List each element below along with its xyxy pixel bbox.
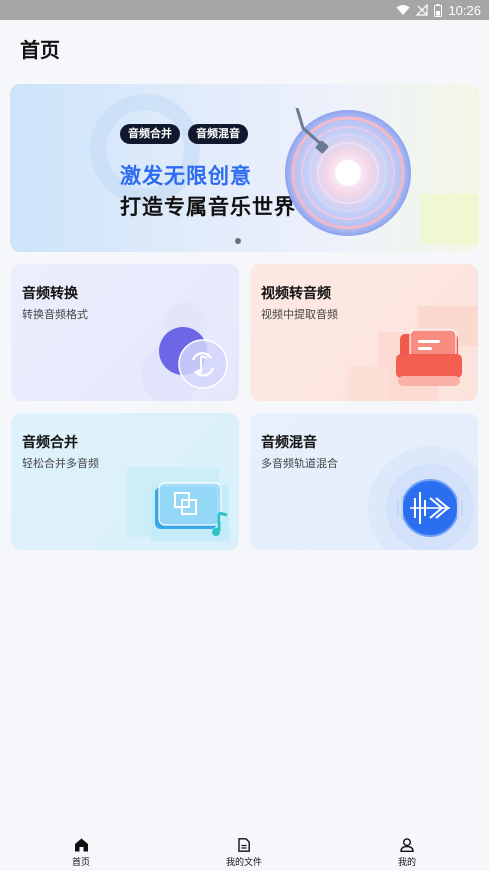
home-icon xyxy=(74,838,88,852)
status-icons: 10:26 xyxy=(396,2,481,18)
bottom-nav: 首页 我的文件 我的 xyxy=(0,830,489,871)
card-subtitle: 多音频轨道混合 xyxy=(261,457,338,470)
card-subtitle: 视频中提取音频 xyxy=(261,308,338,321)
nav-item-home[interactable]: 首页 xyxy=(41,838,121,868)
audio-merge-icon xyxy=(127,467,229,541)
nav-item-mine[interactable]: 我的 xyxy=(367,838,447,868)
card-audio-convert[interactable]: 音频转换 转换音频格式 xyxy=(11,264,239,401)
battery-icon xyxy=(434,3,443,17)
nav-label: 首页 xyxy=(71,858,90,868)
nav-label: 我的文件 xyxy=(225,858,262,868)
card-title: 音频合并 xyxy=(22,435,78,451)
banner-subheadline: 打造专属音乐世界 xyxy=(120,195,296,219)
audio-mix-icon xyxy=(368,446,478,550)
file-icon xyxy=(238,838,250,852)
audio-convert-icon xyxy=(141,302,235,401)
user-icon xyxy=(400,838,414,852)
nav-item-files[interactable]: 我的文件 xyxy=(204,838,284,868)
vinyl-record-icon xyxy=(285,108,411,236)
card-title: 视频转音频 xyxy=(261,286,331,302)
card-audio-merge[interactable]: 音频合并 轻松合并多音频 xyxy=(11,413,239,550)
banner-deco-square xyxy=(420,194,479,244)
status-time: 10:26 xyxy=(448,2,481,18)
wifi-icon xyxy=(396,5,410,15)
banner-tag-mix: 音频混音 xyxy=(188,124,248,144)
card-video-to-audio[interactable]: 视频转音频 视频中提取音频 xyxy=(250,264,478,401)
card-subtitle: 转换音频格式 xyxy=(22,308,88,321)
card-audio-mix[interactable]: 音频混音 多音频轨道混合 xyxy=(250,413,478,550)
card-title: 音频转换 xyxy=(22,286,78,302)
video-to-audio-icon xyxy=(348,306,478,401)
card-subtitle: 轻松合并多音频 xyxy=(22,457,99,470)
carousel-indicator[interactable] xyxy=(235,238,241,244)
nav-label: 我的 xyxy=(397,858,416,868)
banner-headline: 激发无限创意 xyxy=(120,164,252,188)
banner-tag-merge: 音频合并 xyxy=(120,124,180,144)
signal-off-icon xyxy=(416,4,429,16)
status-bar: 10:26 xyxy=(0,0,489,20)
card-title: 音频混音 xyxy=(261,435,317,451)
page-title: 首页 xyxy=(20,38,60,62)
